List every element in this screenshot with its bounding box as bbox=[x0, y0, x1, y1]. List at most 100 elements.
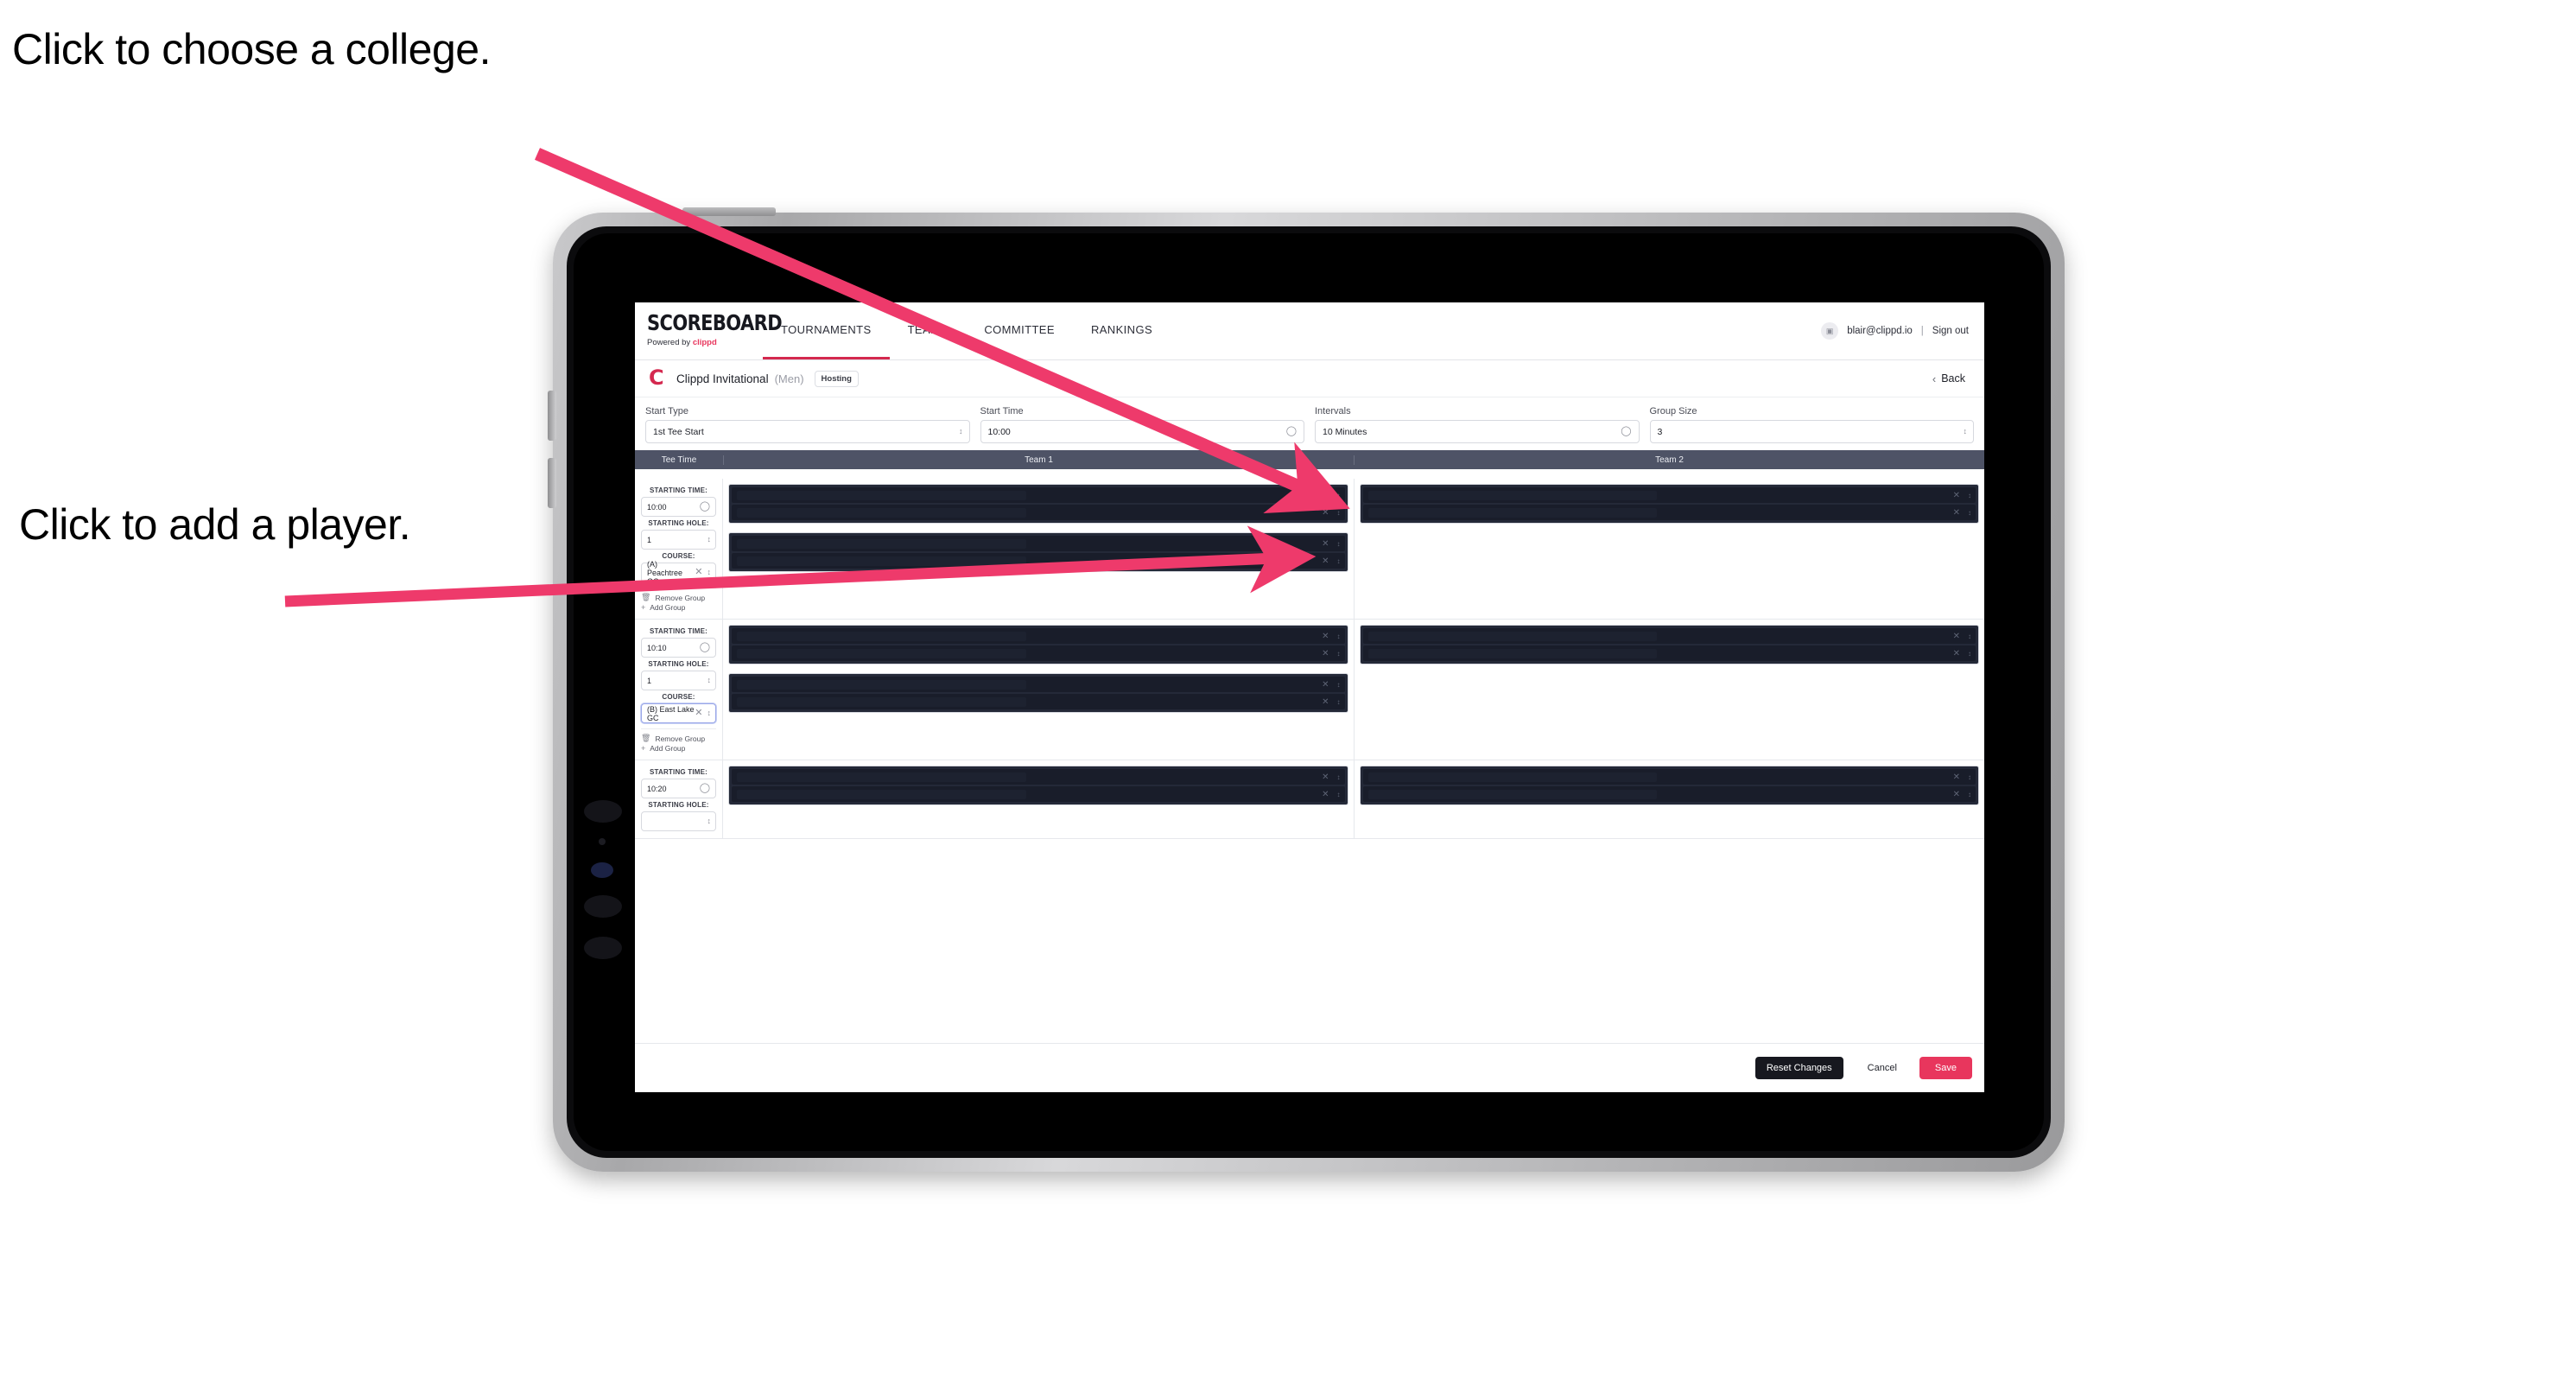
player-slot[interactable]: ✕ ↕ bbox=[732, 505, 1345, 520]
close-icon[interactable]: ✕ bbox=[1953, 649, 1960, 658]
clock-icon[interactable]: ◯ bbox=[1286, 427, 1297, 436]
close-icon[interactable]: ✕ bbox=[1322, 556, 1329, 566]
clock-icon[interactable]: ◯ bbox=[700, 643, 710, 652]
close-icon[interactable]: ✕ bbox=[1322, 491, 1329, 500]
player-slot[interactable]: ✕ ↕ bbox=[1362, 487, 1976, 503]
chevron-updown-icon[interactable]: ↕ bbox=[1337, 650, 1341, 658]
close-icon[interactable]: ✕ bbox=[695, 568, 702, 577]
course-select[interactable]: (A) Peachtree GC ✕ ↕ bbox=[641, 560, 716, 586]
chevron-updown-icon[interactable]: ↕ bbox=[1337, 698, 1341, 706]
chevron-updown-icon[interactable]: ↕ bbox=[959, 428, 962, 436]
player-group: ✕ ↕ ✕ ↕ bbox=[1359, 484, 1979, 524]
chevron-updown-icon[interactable]: ↕ bbox=[1968, 650, 1971, 658]
start-type-select[interactable]: 1st Tee Start ↕ bbox=[645, 420, 970, 443]
player-slot[interactable]: ✕ ↕ bbox=[732, 628, 1345, 644]
close-icon[interactable]: ✕ bbox=[1953, 508, 1960, 518]
chevron-updown-icon[interactable]: ↕ bbox=[1964, 428, 1967, 436]
chevron-updown-icon[interactable]: ↕ bbox=[1337, 509, 1341, 517]
intervals-input[interactable]: 10 Minutes ◯ bbox=[1315, 420, 1640, 443]
group-size-stepper[interactable]: 3 ↕ bbox=[1649, 420, 1974, 443]
player-slot[interactable]: ✕ ↕ bbox=[1362, 628, 1976, 644]
nav-tab-teams[interactable]: TEAMS bbox=[890, 302, 967, 359]
reset-changes-button[interactable]: Reset Changes bbox=[1754, 1057, 1843, 1079]
close-icon[interactable]: ✕ bbox=[1322, 508, 1329, 518]
starting-hole-stepper[interactable]: 1 ↕ bbox=[641, 671, 716, 690]
player-slot[interactable]: ✕ ↕ bbox=[1362, 505, 1976, 520]
starting-time-input[interactable]: 10:00 ◯ bbox=[641, 497, 716, 517]
player-slot[interactable]: ✕ ↕ bbox=[732, 553, 1345, 569]
player-slot[interactable]: ✕ ↕ bbox=[732, 677, 1345, 692]
player-slot[interactable]: ✕ ↕ bbox=[732, 536, 1345, 551]
clock-icon[interactable]: ◯ bbox=[700, 784, 710, 793]
remove-group-button[interactable]: 🗑 Remove Group bbox=[641, 728, 716, 743]
starting-hole-stepper[interactable]: 1 ↕ bbox=[641, 530, 716, 550]
close-icon[interactable]: ✕ bbox=[1322, 632, 1329, 641]
player-slot[interactable]: ✕ ↕ bbox=[732, 487, 1345, 503]
clippd-brand: clippd bbox=[692, 338, 717, 347]
volume-up-button[interactable] bbox=[548, 391, 556, 441]
close-icon[interactable]: ✕ bbox=[1322, 790, 1329, 799]
close-icon[interactable]: ✕ bbox=[1322, 539, 1329, 549]
avatar[interactable]: ▣ bbox=[1821, 322, 1839, 340]
chevron-updown-icon[interactable]: ↕ bbox=[1337, 773, 1341, 781]
chevron-updown-icon[interactable]: ↕ bbox=[1968, 633, 1971, 640]
player-group: ✕ ↕ ✕ ↕ bbox=[728, 625, 1348, 664]
close-icon[interactable]: ✕ bbox=[1322, 697, 1329, 707]
logo-powered-by: Powered by clippd bbox=[647, 338, 742, 347]
close-icon[interactable]: ✕ bbox=[1953, 632, 1960, 641]
player-slot[interactable]: ✕ ↕ bbox=[1362, 786, 1976, 802]
remove-group-button[interactable]: 🗑 Remove Group bbox=[641, 588, 716, 602]
chevron-updown-icon[interactable]: ↕ bbox=[1337, 540, 1341, 548]
add-group-button[interactable]: + Add Group bbox=[641, 603, 716, 612]
starting-hole-stepper[interactable]: ↕ bbox=[641, 811, 716, 831]
player-slot[interactable]: ✕ ↕ bbox=[1362, 769, 1976, 785]
tee-time-group: STARTING TIME: 10:20 ◯ STARTING HOLE: ↕ bbox=[635, 760, 1984, 839]
volume-down-button[interactable] bbox=[548, 458, 556, 508]
chevron-updown-icon[interactable]: ↕ bbox=[1968, 773, 1971, 781]
scoreboard-logo[interactable]: SCOREBOARD Powered by clippd bbox=[635, 302, 783, 359]
course-select[interactable]: (B) East Lake GC ✕ ↕ bbox=[641, 703, 716, 723]
close-icon[interactable]: ✕ bbox=[1953, 772, 1960, 782]
chevron-updown-icon[interactable]: ↕ bbox=[1337, 681, 1341, 689]
starting-time-input[interactable]: 10:10 ◯ bbox=[641, 638, 716, 658]
tee-sheet-scroll-area[interactable]: STARTING TIME: 10:00 ◯ STARTING HOLE: 1 … bbox=[635, 479, 1984, 1044]
nav-tab-rankings[interactable]: RANKINGS bbox=[1073, 302, 1171, 359]
sign-out-link[interactable]: Sign out bbox=[1932, 326, 1969, 336]
chevron-updown-icon[interactable]: ↕ bbox=[1337, 791, 1341, 798]
start-time-input[interactable]: 10:00 ◯ bbox=[980, 420, 1304, 443]
close-icon[interactable]: ✕ bbox=[1953, 491, 1960, 500]
close-icon[interactable]: ✕ bbox=[695, 709, 702, 718]
clock-icon[interactable]: ◯ bbox=[700, 502, 710, 512]
close-icon[interactable]: ✕ bbox=[1322, 772, 1329, 782]
nav-tab-committee[interactable]: COMMITTEE bbox=[966, 302, 1073, 359]
chevron-updown-icon[interactable]: ↕ bbox=[1337, 633, 1341, 640]
player-slot[interactable]: ✕ ↕ bbox=[732, 694, 1345, 709]
top-navigation-bar: SCOREBOARD Powered by clippd TOURNAMENTS… bbox=[635, 302, 1984, 360]
chevron-updown-icon[interactable]: ↕ bbox=[707, 677, 711, 684]
chevron-updown-icon[interactable]: ↕ bbox=[1337, 557, 1341, 565]
chevron-updown-icon[interactable]: ↕ bbox=[707, 536, 711, 544]
add-group-button[interactable]: + Add Group bbox=[641, 744, 716, 753]
course-value: (A) Peachtree GC bbox=[647, 559, 683, 586]
cancel-button[interactable]: Cancel bbox=[1850, 1057, 1914, 1079]
player-slot[interactable]: ✕ ↕ bbox=[732, 786, 1345, 802]
power-button[interactable] bbox=[682, 207, 776, 216]
close-icon[interactable]: ✕ bbox=[1322, 680, 1329, 690]
close-icon[interactable]: ✕ bbox=[1953, 790, 1960, 799]
close-icon[interactable]: ✕ bbox=[1322, 649, 1329, 658]
player-slot[interactable]: ✕ ↕ bbox=[732, 769, 1345, 785]
intervals-value: 10 Minutes bbox=[1323, 426, 1367, 437]
chevron-updown-icon[interactable]: ↕ bbox=[1968, 492, 1971, 499]
player-slot[interactable]: ✕ ↕ bbox=[1362, 645, 1976, 661]
chevron-updown-icon[interactable]: ↕ bbox=[1968, 791, 1971, 798]
chevron-updown-icon[interactable]: ↕ bbox=[1337, 492, 1341, 499]
chevron-updown-icon[interactable]: ↕ bbox=[1968, 509, 1971, 517]
back-button[interactable]: ‹ Back bbox=[1932, 372, 1970, 385]
chevron-updown-icon[interactable]: ↕ bbox=[707, 569, 711, 576]
clock-icon[interactable]: ◯ bbox=[1621, 427, 1631, 436]
player-slot[interactable]: ✕ ↕ bbox=[732, 645, 1345, 661]
starting-time-input[interactable]: 10:20 ◯ bbox=[641, 779, 716, 798]
save-button[interactable]: Save bbox=[1919, 1057, 1972, 1079]
chevron-updown-icon[interactable]: ↕ bbox=[707, 709, 711, 717]
chevron-updown-icon[interactable]: ↕ bbox=[707, 817, 711, 825]
